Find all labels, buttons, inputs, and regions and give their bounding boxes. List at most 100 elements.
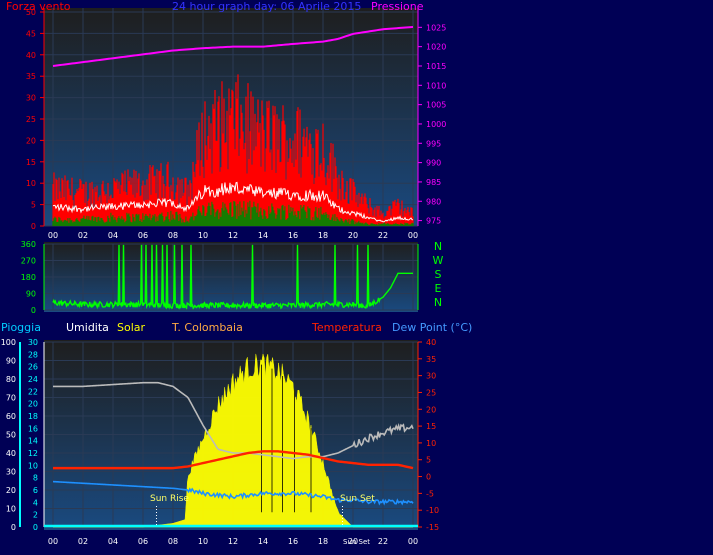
x-tick-label: 10 <box>198 231 208 240</box>
x-tick-label: 22 <box>378 537 388 546</box>
y-tick-label: 25 <box>426 388 436 397</box>
y-tick-label: 35 <box>26 72 36 81</box>
y-tick-label: 10 <box>426 439 436 448</box>
y-tick-label: 6 <box>33 486 38 495</box>
y-tick-label: 270 <box>21 257 36 266</box>
y-tick-label: 985 <box>426 178 441 187</box>
y-tick-label: 15 <box>26 158 36 167</box>
x-tick-label: 04 <box>108 537 118 546</box>
y-tick-label: 975 <box>426 217 441 226</box>
y-tick-label: 30 <box>26 94 36 103</box>
y-tick-label: -15 <box>426 523 439 532</box>
y-tick-label: 40 <box>6 449 16 458</box>
x-tick-label: 00 <box>48 231 58 240</box>
y-tick-label: 70 <box>6 394 16 403</box>
y-tick-label: 980 <box>426 197 441 206</box>
y-tick-label: 80 <box>6 375 16 384</box>
x-tick-label: 08 <box>168 537 178 546</box>
y-tick-label: 20 <box>426 405 436 414</box>
x-tick-label: 06 <box>138 231 148 240</box>
y-tick-label: 12 <box>28 449 38 458</box>
x-tick-label: 16 <box>288 231 298 240</box>
y-tick-label: 30 <box>426 372 436 381</box>
y-tick-label: 990 <box>426 159 441 168</box>
y-tick-label: 360 <box>21 240 36 249</box>
y-tick-label: 1020 <box>426 43 446 52</box>
y-tick-label: 40 <box>426 338 436 347</box>
y-tick-label: 90 <box>6 357 16 366</box>
y-tick-label: 20 <box>6 486 16 495</box>
y-tick-label: -10 <box>426 506 439 515</box>
y-tick-label: 1000 <box>426 120 446 129</box>
y-tick-label: 0 <box>11 523 16 532</box>
x-tick-label: 20 <box>348 231 358 240</box>
y-tick-label: 5 <box>31 201 36 210</box>
y-tick-label: 35 <box>426 355 436 364</box>
x-tick-label: 10 <box>198 537 208 546</box>
wind-axis-title: Forza vento <box>6 0 71 13</box>
chart-title: 24 hour graph day: 06 Aprile 2015 <box>172 0 361 13</box>
y-tick-label: 18 <box>28 412 38 421</box>
legend-umidita: Umidita <box>66 321 109 334</box>
y-tick-label: 2 <box>33 511 38 520</box>
y-tick-label: 1025 <box>426 23 446 32</box>
y-tick-label: -5 <box>426 489 434 498</box>
y-tick-label: 20 <box>28 400 38 409</box>
legend-tcolombaia: T. Colombaia <box>171 321 243 334</box>
sun-set-label: Sun Set <box>340 494 375 504</box>
compass-label: E <box>435 282 442 295</box>
legend-pioggia: Pioggia <box>1 321 41 334</box>
x-tick-label: 16 <box>288 537 298 546</box>
x-tick-label: 00 <box>48 537 58 546</box>
x-tick-label: 12 <box>228 231 238 240</box>
x-tick-label: 06 <box>138 537 148 546</box>
chart-canvas: 0510152025303540455097598098599099510001… <box>1 0 473 546</box>
y-tick-label: 10 <box>6 505 16 514</box>
x-tick-label: 14 <box>258 231 268 240</box>
y-tick-label: 180 <box>21 273 36 282</box>
y-tick-label: 28 <box>28 350 38 359</box>
compass-label: S <box>435 268 442 281</box>
compass-label: W <box>433 254 444 267</box>
y-tick-label: 10 <box>26 179 36 188</box>
y-tick-label: 0 <box>31 222 36 231</box>
y-tick-label: 20 <box>26 136 36 145</box>
sun-rise-label: Sun Rise <box>150 494 189 504</box>
x-tick-label: 02 <box>78 231 88 240</box>
y-tick-label: 0 <box>426 473 431 482</box>
y-tick-label: 30 <box>6 468 16 477</box>
y-tick-label: 16 <box>28 424 38 433</box>
legend-temperatura: Temperatura <box>311 321 382 334</box>
legend-dewpoint: Dew Point (°C) <box>392 321 472 334</box>
weather-chart: 0 5 10 15 20 25 30 35 40 45 50 975 980 985 990 995 1000 1… <box>0 0 713 555</box>
y-tick-label: 1015 <box>426 62 446 71</box>
x-tick-label: 14 <box>258 537 268 546</box>
y-tick-label: 0 <box>33 523 38 532</box>
x-tick-label: 18 <box>318 231 328 240</box>
y-tick-label: 10 <box>28 461 38 470</box>
y-tick-label: 1005 <box>426 101 446 110</box>
x-tick-label: 04 <box>108 231 118 240</box>
y-tick-label: 22 <box>28 387 38 396</box>
compass-label: N <box>434 240 442 253</box>
x-tick-label: 12 <box>228 537 238 546</box>
y-tick-label: 40 <box>26 51 36 60</box>
y-tick-label: 90 <box>26 290 36 299</box>
x-tick-label: 00 <box>408 537 418 546</box>
y-tick-label: 995 <box>426 139 441 148</box>
y-tick-label: 1010 <box>426 81 446 90</box>
x-tick-label: 02 <box>78 537 88 546</box>
compass-label: N <box>434 296 442 309</box>
y-tick-label: 45 <box>26 29 36 38</box>
y-tick-label: 50 <box>6 431 16 440</box>
y-tick-label: 8 <box>33 474 38 483</box>
legend-solar: Solar <box>117 321 146 334</box>
y-tick-label: 15 <box>426 422 436 431</box>
x-tick-label: 18 <box>318 537 328 546</box>
x-tick-label: 22 <box>378 231 388 240</box>
y-tick-label: 4 <box>33 498 38 507</box>
x-tick-label: 08 <box>168 231 178 240</box>
y-tick-label: 100 <box>1 338 16 347</box>
y-tick-label: 26 <box>28 363 38 372</box>
y-tick-label: 0 <box>31 306 36 315</box>
